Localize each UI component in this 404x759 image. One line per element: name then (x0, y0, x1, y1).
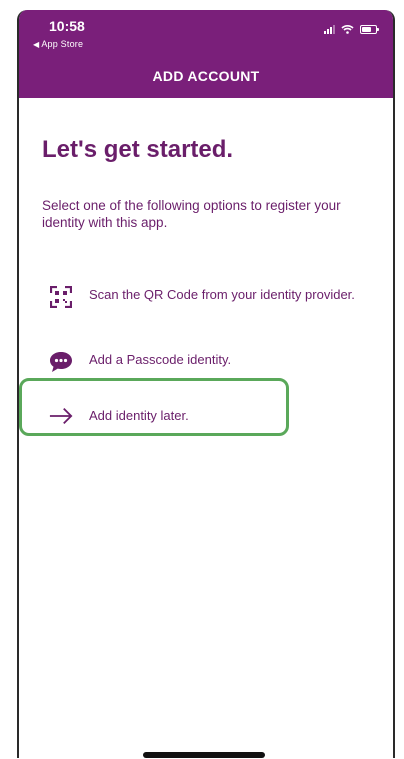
option-passcode[interactable]: Add a Passcode identity. (49, 351, 231, 373)
wifi-icon (341, 25, 354, 34)
home-indicator[interactable] (143, 752, 265, 758)
phone-frame: 10:58 ◀ App Store ADD ACCOUNT Let's get s… (17, 10, 395, 758)
chat-bubble-icon (49, 351, 73, 373)
battery-icon (360, 25, 379, 34)
back-to-app-store-link[interactable]: ◀ App Store (33, 39, 83, 49)
back-to-app-store-label: App Store (41, 39, 84, 49)
back-triangle-icon: ◀ (33, 40, 40, 49)
app-header: 10:58 ◀ App Store ADD ACCOUNT (19, 10, 393, 98)
main-content: Let's get started. Select one of the fol… (19, 98, 393, 758)
option-scan-qr-label: Scan the QR Code from your identity prov… (89, 287, 355, 302)
intro-text: Select one of the following options to r… (42, 198, 341, 230)
option-add-later[interactable]: Add identity later. (49, 407, 189, 425)
option-add-later-label: Add identity later. (89, 408, 189, 423)
signal-icon (324, 25, 335, 34)
nav-title: ADD ACCOUNT (152, 68, 260, 84)
arrow-right-icon (49, 407, 73, 425)
option-scan-qr[interactable]: Scan the QR Code from your identity prov… (49, 286, 359, 308)
status-time: 10:58 (49, 18, 85, 34)
page-title: Let's get started. (42, 136, 234, 163)
qr-code-icon (49, 286, 73, 308)
status-icons (324, 24, 379, 34)
option-passcode-label: Add a Passcode identity. (89, 352, 232, 367)
